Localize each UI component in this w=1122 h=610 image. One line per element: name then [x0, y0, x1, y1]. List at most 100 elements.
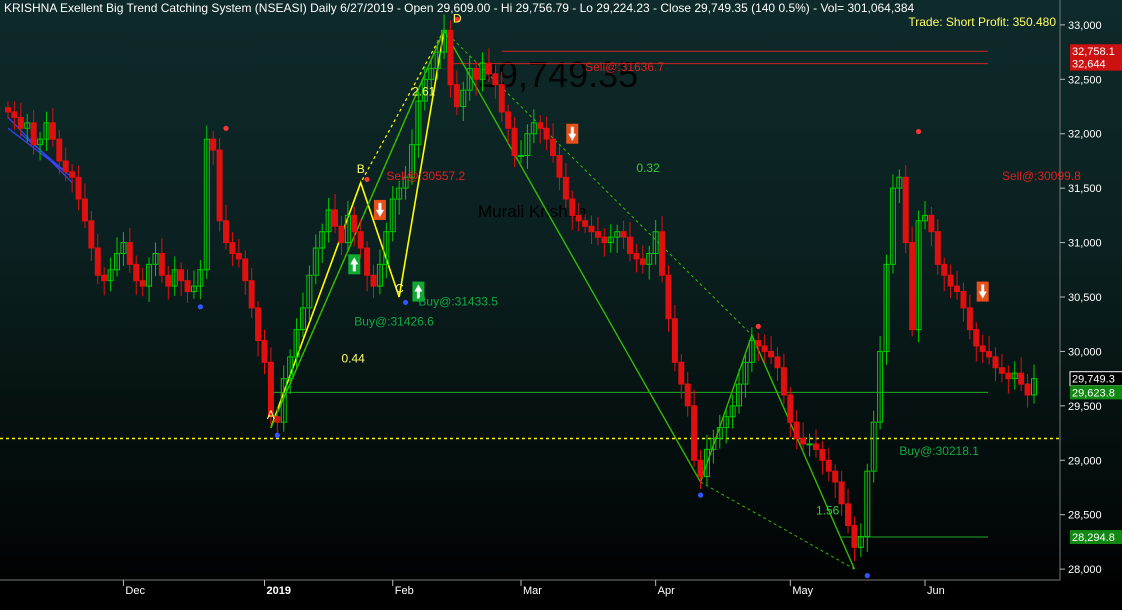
candle-body	[902, 176, 909, 244]
candle-body	[56, 138, 63, 162]
candle-body	[216, 149, 223, 222]
candle-body	[665, 274, 672, 320]
candle-body	[255, 307, 262, 342]
candle-body	[774, 356, 781, 369]
signal-label: Buy@:31426.6	[354, 314, 434, 328]
candle-body	[780, 367, 787, 396]
candle-body	[832, 470, 839, 483]
candle-body	[229, 242, 236, 254]
candle-body	[793, 421, 800, 439]
candle-body	[139, 280, 146, 287]
candle-body	[178, 269, 185, 282]
candle-body	[133, 263, 140, 282]
signal-label: Sell@:31636.7	[585, 60, 664, 74]
candle-body	[562, 176, 569, 200]
candle-body	[370, 274, 377, 287]
candle-body	[569, 198, 576, 216]
candle-body	[954, 285, 961, 293]
x-tick-label: Mar	[523, 585, 542, 597]
candle-body	[556, 155, 563, 178]
y-tick-label: 29,500	[1068, 401, 1102, 413]
sell-arrow-icon	[566, 123, 579, 144]
candle-body	[671, 318, 678, 363]
candle-body	[986, 350, 993, 358]
candle-body	[678, 361, 685, 385]
sell-arrow-icon	[976, 281, 989, 302]
candle-body	[684, 383, 691, 407]
signal-dot	[755, 323, 761, 329]
candle-body	[575, 214, 582, 222]
candle-body	[364, 247, 371, 276]
x-tick-label: Jun	[927, 585, 945, 597]
signal-dot	[197, 304, 203, 310]
signal-label: Sell@:30557.2	[386, 169, 465, 183]
signal-dot	[402, 299, 409, 306]
candle-body	[601, 236, 608, 244]
candle-body	[338, 225, 345, 244]
candle-body	[94, 247, 101, 276]
y-tick-label: 30,000	[1068, 346, 1102, 358]
signal-dot	[223, 125, 229, 131]
price-tag: 29,623.8	[1070, 385, 1122, 400]
candle-body	[537, 122, 544, 129]
candle-body	[223, 220, 230, 244]
signal-label: Sell@:30099.8	[1002, 169, 1081, 183]
price-tag: 28,294.8	[1070, 530, 1122, 545]
candle-body	[518, 155, 524, 157]
candle-layer	[5, 14, 1037, 562]
candle-body	[492, 73, 499, 86]
price-tag-label: 32,644	[1072, 59, 1106, 71]
candle-body	[768, 350, 775, 358]
candle-body	[1018, 372, 1025, 385]
candle-body	[588, 225, 595, 233]
candle-body	[485, 62, 492, 75]
candle-body	[973, 329, 980, 347]
x-tick-label: Dec	[125, 585, 145, 597]
pattern-point-label: B	[357, 162, 365, 176]
candle-body	[88, 220, 95, 249]
annotation-layer: Sell@:30557.2 Sell@:31636.7 Sell@:30099.8 B…	[197, 12, 1081, 579]
candle-body	[242, 258, 249, 282]
candle-body	[639, 258, 646, 265]
candle-body	[248, 280, 255, 309]
y-tick-label: 33,000	[1068, 20, 1102, 32]
price-tag: 29,749.3	[1069, 371, 1122, 387]
candle-body	[627, 236, 634, 254]
candle-body	[158, 252, 165, 276]
candle-body	[851, 525, 858, 548]
candle-body	[184, 280, 191, 293]
candle-body	[838, 481, 845, 505]
y-tick-label: 29,000	[1068, 455, 1102, 467]
price-tag-label: 29,623.8	[1072, 387, 1115, 399]
price-tag-label: 32,758.1	[1072, 46, 1115, 58]
chart-window: KRISHNA Exellent Big Trend Catching Syst…	[0, 0, 1122, 610]
candle-body	[210, 138, 217, 151]
candle-body	[941, 263, 948, 276]
candle-body	[498, 84, 505, 113]
candle-body	[543, 127, 550, 140]
candle-body	[69, 171, 76, 178]
candle-body	[966, 307, 973, 331]
candle-body	[594, 231, 601, 238]
candle-body	[550, 138, 557, 157]
candle-body	[505, 111, 512, 129]
y-tick-label: 28,500	[1068, 510, 1102, 522]
pattern-point-label: C	[395, 282, 404, 296]
fib-ratio-label: 2.61	[412, 85, 436, 99]
buy-arrow-icon	[348, 254, 361, 275]
candle-body	[620, 231, 627, 238]
y-tick-label: 31,000	[1068, 238, 1102, 250]
price-tag-label: 29,749.3	[1072, 374, 1115, 386]
fib-ratio-label: 1.56	[816, 504, 840, 518]
price-chart[interactable]: 29,749.35 Murali Krishna Sell@:30557.2Se…	[0, 0, 1122, 610]
candle-body	[235, 252, 242, 260]
candle-body	[825, 459, 832, 472]
candle-body	[11, 111, 18, 118]
candle-body	[1005, 372, 1012, 380]
zigzag-line	[270, 28, 856, 570]
x-tick-label: Apr	[658, 585, 675, 597]
candle-body	[274, 416, 281, 423]
signal-dot	[697, 492, 704, 498]
candle-body	[351, 214, 358, 233]
candle-body	[17, 116, 24, 129]
